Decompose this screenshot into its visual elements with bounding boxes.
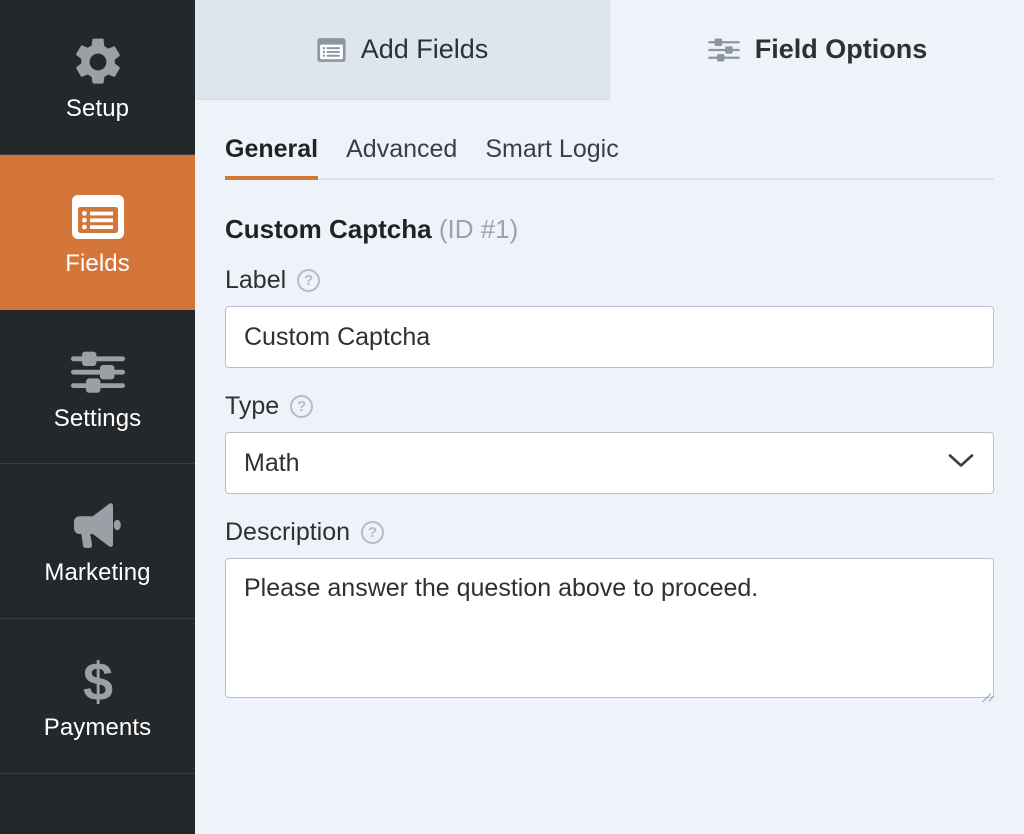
label-text: Description	[225, 518, 351, 546]
help-icon[interactable]: ?	[297, 269, 321, 292]
label-input[interactable]	[225, 306, 994, 368]
tab-label: Field Options	[754, 34, 928, 64]
description-textarea[interactable]: Please answer the question above to proc…	[225, 558, 994, 698]
sidebar-item-settings[interactable]: Settings	[0, 310, 195, 465]
sidebar-item-marketing[interactable]: Marketing	[0, 464, 195, 620]
tab-field-options[interactable]: Field Options	[609, 0, 1024, 100]
subtabs: General Advanced Smart Logic	[225, 100, 994, 180]
sidebar-item-label: Payments	[43, 714, 152, 742]
svg-text:$: $	[82, 653, 112, 709]
help-icon[interactable]: ?	[290, 395, 314, 418]
tab-add-fields[interactable]: Add Fields	[195, 0, 609, 99]
type-field-label: Type ?	[225, 394, 994, 419]
gear-icon	[70, 33, 126, 91]
type-select-wrap: Math	[225, 432, 994, 494]
page-title: Custom Captcha (ID #1)	[225, 216, 994, 242]
type-select[interactable]: Math	[225, 432, 994, 494]
main-panel: Add Fields Field Options General Advance…	[195, 0, 1024, 834]
description-group: Description ? Please answer the question…	[225, 520, 994, 698]
sliders-icon	[707, 37, 741, 63]
sidebar: Setup Fields Settings Marketing $ Paymen…	[0, 0, 195, 834]
subtab-general[interactable]: General	[225, 137, 319, 180]
field-id-text: (ID #1)	[438, 214, 519, 244]
subtabs-container: General Advanced Smart Logic	[195, 100, 1024, 180]
sidebar-item-next-partial[interactable]	[0, 774, 195, 834]
label-field-label: Label ?	[225, 268, 994, 293]
subtab-advanced[interactable]: Advanced	[346, 137, 457, 180]
top-tabs: Add Fields Field Options	[195, 0, 1024, 100]
dollar-sign-icon: $	[78, 652, 118, 710]
tab-label: Add Fields	[360, 34, 489, 64]
sidebar-item-label: Marketing	[44, 559, 151, 587]
label-text: Type	[225, 392, 280, 420]
subtab-smart-logic[interactable]: Smart Logic	[485, 137, 618, 180]
description-textarea-wrap: Please answer the question above to proc…	[225, 558, 994, 698]
sidebar-item-payments[interactable]: $ Payments	[0, 619, 195, 775]
sidebar-item-label: Fields	[65, 249, 130, 277]
sidebar-item-setup[interactable]: Setup	[0, 0, 195, 155]
sliders-icon	[69, 343, 127, 401]
help-icon[interactable]: ?	[361, 521, 385, 544]
form-builder-app: Setup Fields Settings Marketing $ Paymen…	[0, 0, 1024, 834]
sidebar-item-fields[interactable]: Fields	[0, 154, 195, 310]
label-group: Label ?	[225, 268, 994, 368]
label-text: Label	[225, 266, 287, 294]
list-card-icon	[70, 188, 126, 246]
sidebar-item-label: Setup	[65, 94, 130, 122]
type-group: Type ? Math	[225, 394, 994, 494]
description-field-label: Description ?	[225, 520, 994, 545]
field-options-panel: Custom Captcha (ID #1) Label ? Type ? Ma…	[195, 180, 1024, 834]
sidebar-item-label: Settings	[53, 404, 142, 432]
field-title-text: Custom Captcha	[225, 214, 432, 244]
list-card-icon	[316, 37, 347, 63]
megaphone-icon	[68, 497, 128, 555]
